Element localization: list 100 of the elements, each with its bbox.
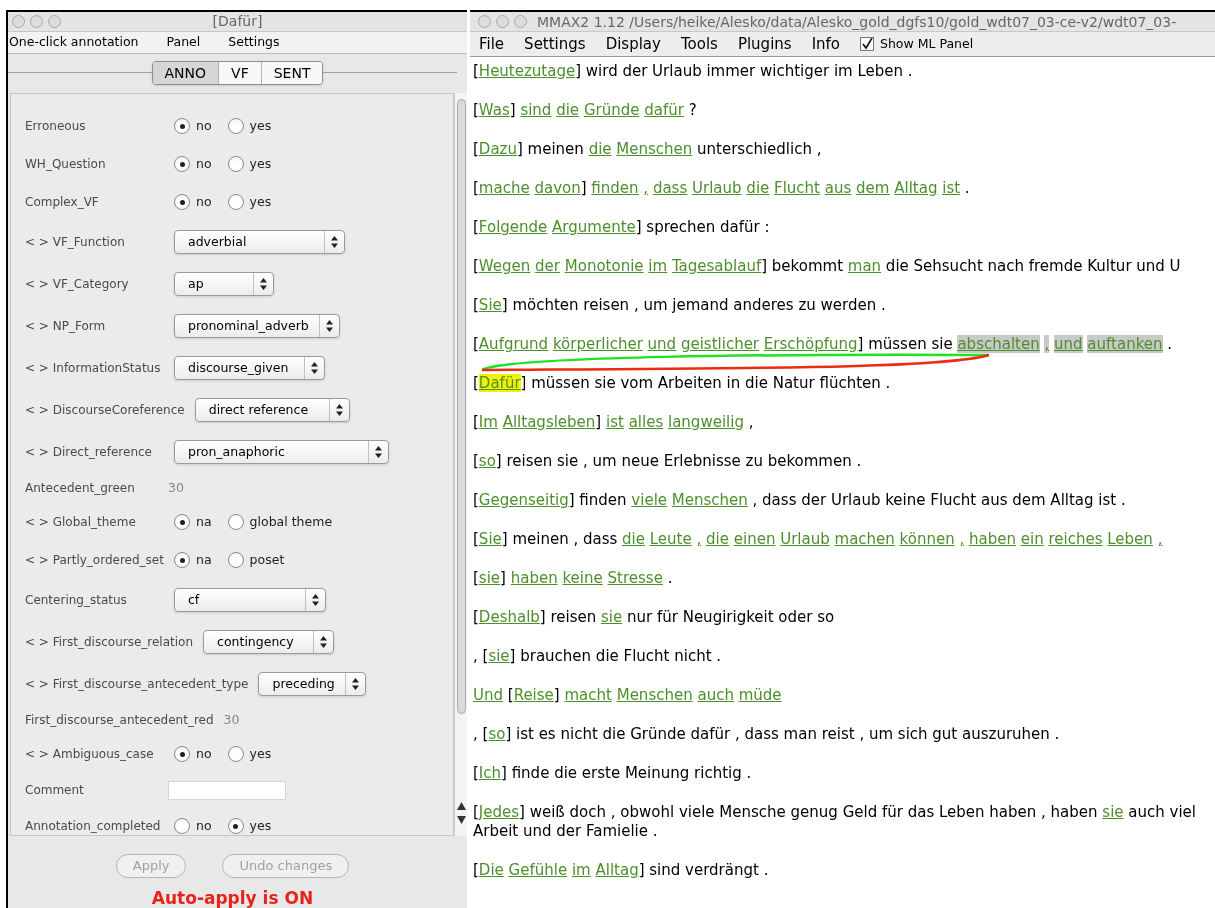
dropdown[interactable]: preceding: [258, 672, 367, 696]
menu-item[interactable]: Display: [605, 32, 661, 56]
menu-item[interactable]: Settings: [228, 32, 280, 52]
markable-link[interactable]: der: [535, 257, 560, 275]
markable-link[interactable]: davon: [534, 179, 581, 197]
radio-option[interactable]: yes: [227, 116, 272, 136]
markable-link[interactable]: reiches: [1048, 530, 1103, 548]
radio-button[interactable]: [227, 818, 244, 834]
markable-link[interactable]: Menschen: [616, 686, 693, 704]
radio-button[interactable]: [227, 746, 244, 762]
menu-item[interactable]: Info: [811, 32, 840, 56]
markable-link[interactable]: macht: [564, 686, 612, 704]
scrollbar[interactable]: [454, 93, 467, 836]
markable-link[interactable]: und: [647, 335, 677, 353]
markable-link[interactable]: Heutezutage: [478, 62, 576, 80]
radio-option[interactable]: no: [174, 816, 212, 836]
markable-link[interactable]: Erschöpfung: [763, 335, 858, 353]
markable-link[interactable]: und: [1054, 335, 1083, 353]
markable-link[interactable]: haben: [969, 530, 1016, 548]
markable-link[interactable]: Menschen: [671, 491, 748, 509]
markable-link[interactable]: ,: [643, 179, 649, 197]
markable-link[interactable]: Alltag: [894, 179, 938, 197]
radio-option[interactable]: yes: [227, 154, 272, 174]
window-button[interactable]: [12, 14, 25, 28]
markable-link[interactable]: langweilig: [668, 413, 744, 431]
markable-link[interactable]: auftanken: [1087, 335, 1163, 353]
markable-link[interactable]: Tagesablauf: [671, 257, 762, 275]
dropdown[interactable]: pronominal_adverb: [174, 314, 340, 338]
markable-link[interactable]: ,: [1157, 530, 1163, 548]
markable-link[interactable]: Alltagsleben: [502, 413, 596, 431]
radio-button[interactable]: [227, 118, 244, 134]
markable-link[interactable]: sie: [1102, 803, 1124, 821]
window-button[interactable]: [496, 15, 509, 28]
markable-link[interactable]: dafür: [644, 101, 684, 119]
radio-button[interactable]: [227, 194, 244, 210]
markable-link[interactable]: Alltag: [595, 861, 639, 879]
markable-link[interactable]: Sie: [478, 530, 502, 548]
markable-link[interactable]: aus: [824, 179, 852, 197]
dropdown[interactable]: contingency: [203, 630, 335, 654]
radio-button[interactable]: [227, 514, 244, 530]
radio-button[interactable]: [227, 552, 244, 568]
markable-link[interactable]: Ich: [478, 764, 502, 782]
markable-link[interactable]: finden: [591, 179, 639, 197]
radio-option[interactable]: yes: [227, 192, 272, 212]
markable-link[interactable]: Gegenseitig: [478, 491, 569, 509]
markable-link[interactable]: dass: [652, 179, 688, 197]
window-button[interactable]: [478, 15, 491, 28]
radio-option[interactable]: yes: [227, 744, 272, 764]
markable-link[interactable]: Menschen: [616, 140, 693, 158]
markable-link[interactable]: ist: [606, 413, 624, 431]
markable-link[interactable]: dem: [856, 179, 890, 197]
markable-link[interactable]: Die: [478, 861, 504, 879]
markable-link[interactable]: ,: [959, 530, 965, 548]
markable-link[interactable]: die: [622, 530, 645, 548]
markable-link[interactable]: einen: [733, 530, 776, 548]
radio-option[interactable]: na: [174, 550, 212, 570]
radio-option[interactable]: na: [174, 512, 212, 532]
markable-link[interactable]: Sie: [478, 296, 502, 314]
markable-link[interactable]: Gefühle: [508, 861, 568, 879]
markable-link[interactable]: Deshalb: [478, 608, 540, 626]
markable-link[interactable]: ,: [1044, 335, 1050, 353]
radio-button[interactable]: [174, 514, 190, 530]
markable-link[interactable]: sie: [488, 647, 510, 665]
markable-link[interactable]: die: [746, 179, 770, 197]
tab[interactable]: ANNO: [152, 62, 219, 85]
tab[interactable]: SENT: [260, 62, 323, 85]
dropdown[interactable]: direct reference: [194, 398, 350, 422]
scroll-up-icon[interactable]: [456, 802, 466, 810]
markable-link[interactable]: keine: [562, 569, 603, 587]
radio-option[interactable]: yes: [227, 816, 272, 836]
markable-link[interactable]: Aufgrund: [478, 335, 549, 353]
radio-option[interactable]: no: [174, 116, 212, 136]
markable-link[interactable]: haben: [510, 569, 558, 587]
radio-option[interactable]: no: [174, 744, 212, 764]
markable-link[interactable]: geistlicher: [680, 335, 760, 353]
markable-link[interactable]: sie: [478, 569, 501, 587]
markable-link[interactable]: Folgende: [478, 218, 548, 236]
markable-link[interactable]: so: [488, 725, 506, 743]
dropdown[interactable]: ap: [174, 272, 274, 296]
markable-link[interactable]: Stresse: [607, 569, 663, 587]
markable-link[interactable]: ,: [696, 530, 702, 548]
markable-link[interactable]: sind: [520, 101, 552, 119]
markable-link[interactable]: Urlaub: [780, 530, 830, 548]
comment-field[interactable]: [168, 780, 286, 800]
markable-link[interactable]: sie: [601, 608, 623, 626]
markable-link[interactable]: Was: [478, 101, 510, 119]
menu-item[interactable]: Tools: [680, 32, 718, 56]
show-ml-panel-checkbox[interactable]: Show ML Panel: [860, 34, 974, 54]
radio-button[interactable]: [174, 818, 190, 834]
markable-link[interactable]: mache: [478, 179, 530, 197]
menu-item[interactable]: Plugins: [737, 32, 792, 56]
radio-button[interactable]: [174, 746, 190, 762]
markable-link[interactable]: abschalten: [957, 335, 1040, 353]
markable-link[interactable]: Leben: [1107, 530, 1153, 548]
markable-link[interactable]: Flucht: [774, 179, 820, 197]
markable-link[interactable]: so: [478, 452, 496, 470]
radio-button[interactable]: [174, 552, 190, 568]
markable-link[interactable]: Argumente: [552, 218, 636, 236]
dropdown[interactable]: discourse_given: [174, 356, 325, 380]
markable-link[interactable]: machen: [834, 530, 895, 548]
